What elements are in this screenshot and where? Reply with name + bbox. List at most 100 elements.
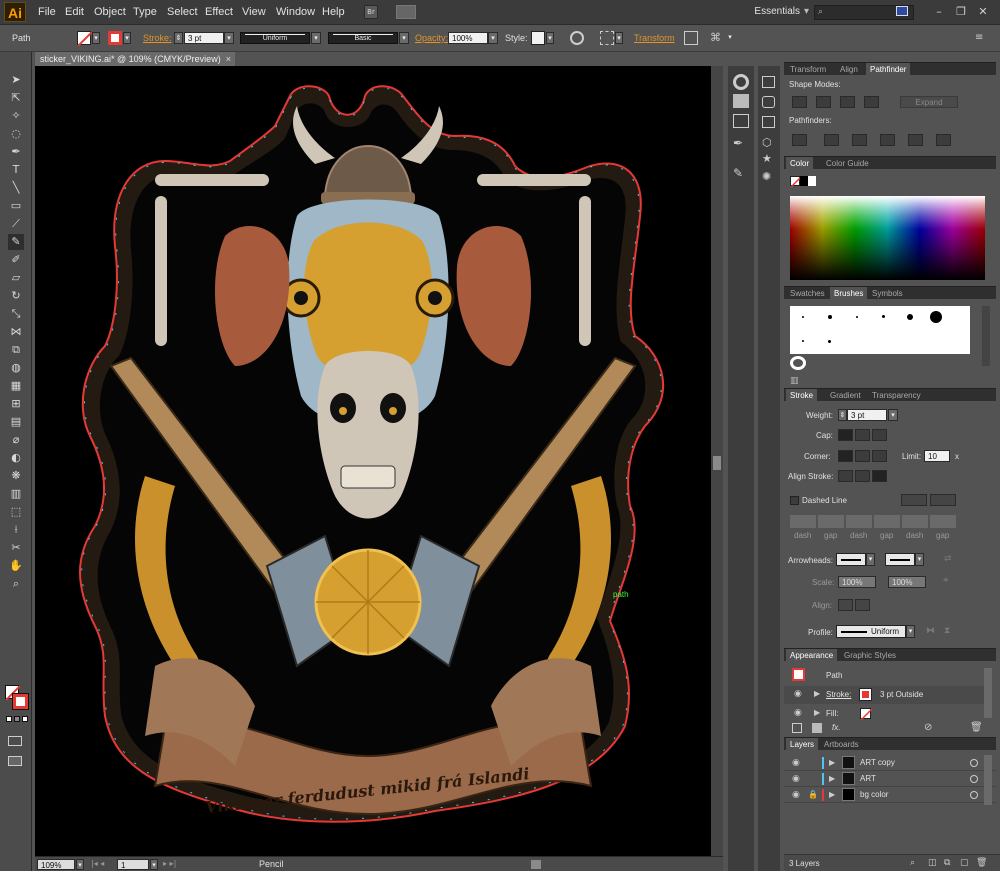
tab-graphic-styles[interactable]: Graphic Styles: [840, 649, 900, 662]
slice-tool-icon[interactable]: ⟊: [8, 522, 24, 538]
gradient-mode-icon[interactable]: [14, 716, 20, 722]
brush-1[interactable]: [802, 316, 804, 318]
eyedropper-tool-icon[interactable]: ⌀: [8, 432, 24, 448]
clear-appearance-icon[interactable]: ⊘: [924, 722, 932, 733]
layer-visibility-icon[interactable]: ◉: [792, 758, 800, 768]
minimize-icon[interactable]: –: [932, 5, 946, 19]
layer-name[interactable]: bg color: [860, 790, 888, 799]
workspace-switcher[interactable]: Essentials: [754, 6, 800, 17]
zoom-field[interactable]: 109%: [37, 859, 75, 870]
layer-row-art[interactable]: ◉ ▶ ART: [784, 771, 996, 787]
menu-object[interactable]: Object: [94, 6, 126, 18]
variable-width-profile[interactable]: Uniform: [240, 32, 310, 44]
dash-field-3[interactable]: [902, 515, 928, 528]
visibility-eye-icon[interactable]: ◉: [794, 689, 802, 699]
line-tool-icon[interactable]: ╲: [8, 180, 24, 196]
magic-wand-tool-icon[interactable]: ✧: [8, 108, 24, 124]
menu-help[interactable]: Help: [322, 6, 345, 18]
brush-panel-icon[interactable]: ✒: [733, 136, 749, 152]
expand-button[interactable]: Expand: [900, 96, 958, 108]
brush-dropdown[interactable]: ▾: [399, 32, 409, 44]
end-arrowhead-select[interactable]: [885, 553, 915, 566]
layer-name[interactable]: ART copy: [860, 758, 895, 767]
dash-field-1[interactable]: [790, 515, 816, 528]
draw-mode-icon[interactable]: [8, 736, 22, 746]
artboard-number-field[interactable]: 1: [117, 859, 149, 870]
symbols-panel-icon[interactable]: ✎: [733, 166, 749, 182]
brush-2[interactable]: [828, 315, 832, 319]
pencil-tool-icon[interactable]: ✎: [8, 234, 24, 250]
layer-expand-icon[interactable]: ▶: [829, 758, 835, 767]
stroke-weight-field[interactable]: 3 pt: [184, 32, 224, 44]
tab-brushes[interactable]: Brushes: [830, 287, 868, 300]
stroke-label[interactable]: Stroke:: [143, 33, 172, 43]
exclude-button[interactable]: [864, 96, 879, 108]
stroke-profile-dropdown[interactable]: ▾: [906, 625, 915, 638]
tab-color-guide[interactable]: Color Guide: [822, 157, 873, 170]
layer-row-art-copy[interactable]: ◉ ▶ ART copy: [784, 755, 996, 771]
link-scale-icon[interactable]: ⚭: [942, 576, 954, 588]
star-icon[interactable]: ★: [762, 152, 775, 165]
layer-visibility-icon[interactable]: ◉: [792, 790, 800, 800]
brush-4[interactable]: [882, 315, 885, 318]
trim-button[interactable]: [824, 134, 839, 146]
tab-symbols[interactable]: Symbols: [868, 287, 907, 300]
blend-tool-icon[interactable]: ◐: [8, 450, 24, 466]
appearance-icon[interactable]: [762, 116, 775, 128]
fill-swatch[interactable]: [77, 31, 93, 47]
round-join-button[interactable]: [855, 450, 870, 462]
knife-tool-icon[interactable]: ✂: [8, 540, 24, 556]
menu-file[interactable]: File: [38, 6, 56, 18]
weight-dropdown[interactable]: ▾: [888, 409, 898, 421]
menu-window[interactable]: Window: [276, 6, 315, 18]
hand-tool-icon[interactable]: ✋: [8, 558, 24, 574]
stroke-color-box[interactable]: [12, 693, 29, 710]
stroke-profile-select[interactable]: Uniform: [836, 625, 906, 638]
tab-color[interactable]: Color: [786, 157, 814, 170]
color-guide-icon[interactable]: [733, 94, 749, 108]
zoom-tool-icon[interactable]: ⌕: [8, 576, 24, 592]
shape-builder-tool-icon[interactable]: ◍: [8, 360, 24, 376]
locate-object-icon[interactable]: ⌕: [910, 858, 915, 868]
menu-edit[interactable]: Edit: [65, 6, 84, 18]
screen-mode-icon[interactable]: [8, 756, 22, 766]
add-fill-icon[interactable]: [812, 723, 822, 733]
color-panel-icon[interactable]: [733, 74, 749, 90]
fill-visibility-eye-icon[interactable]: ◉: [794, 708, 802, 718]
end-arrowhead-dropdown[interactable]: ▾: [915, 553, 924, 566]
paintbrush-tool-icon[interactable]: ⟋: [8, 216, 24, 232]
layer-target-icon[interactable]: [970, 791, 978, 799]
direct-selection-tool-icon[interactable]: ⇱: [8, 90, 24, 106]
tab-gradient[interactable]: Gradient: [826, 389, 865, 402]
align-inside-button[interactable]: [855, 470, 870, 482]
tab-swatches[interactable]: Swatches: [786, 287, 829, 300]
brush-7[interactable]: [802, 340, 804, 342]
control-menu-icon[interactable]: ≡: [975, 32, 989, 44]
rotate-tool-icon[interactable]: ↻: [8, 288, 24, 304]
artboard-canvas[interactable]: Vikingar ferdudust mikid frá Islandi pat…: [35, 66, 711, 856]
recolor-artwork-icon[interactable]: [570, 31, 584, 45]
isolate-icon[interactable]: [684, 31, 698, 45]
brush-9[interactable]: [790, 356, 806, 370]
limit-field[interactable]: 10: [924, 450, 950, 462]
scroll-thumb[interactable]: [713, 456, 721, 470]
appearance-stroke-row[interactable]: ◉ ▶ Stroke: 3 pt Outside: [784, 686, 984, 704]
layer-visibility-icon[interactable]: ◉: [792, 774, 800, 784]
style-dropdown[interactable]: ▾: [546, 32, 554, 44]
stroke-swatch[interactable]: [108, 31, 122, 45]
expand-arrow-icon[interactable]: ▶: [814, 689, 820, 698]
bevel-join-button[interactable]: [872, 450, 887, 462]
brushes-scrollbar[interactable]: [982, 306, 990, 366]
brush-6[interactable]: [930, 311, 942, 323]
projecting-cap-button[interactable]: [872, 429, 887, 441]
layers-scrollbar[interactable]: [984, 755, 992, 805]
intersect-button[interactable]: [840, 96, 855, 108]
swap-arrowheads-icon[interactable]: ⇄: [944, 554, 956, 565]
brush-5[interactable]: [907, 314, 913, 320]
align-center-button[interactable]: [838, 470, 853, 482]
color-white-chip[interactable]: [808, 176, 816, 186]
artboard-tool-icon[interactable]: ⬚: [8, 504, 24, 520]
appearance-stroke-label[interactable]: Stroke:: [826, 690, 851, 699]
graphic-styles-icon[interactable]: [762, 96, 775, 108]
make-clipping-mask-icon[interactable]: ◫: [928, 858, 937, 868]
